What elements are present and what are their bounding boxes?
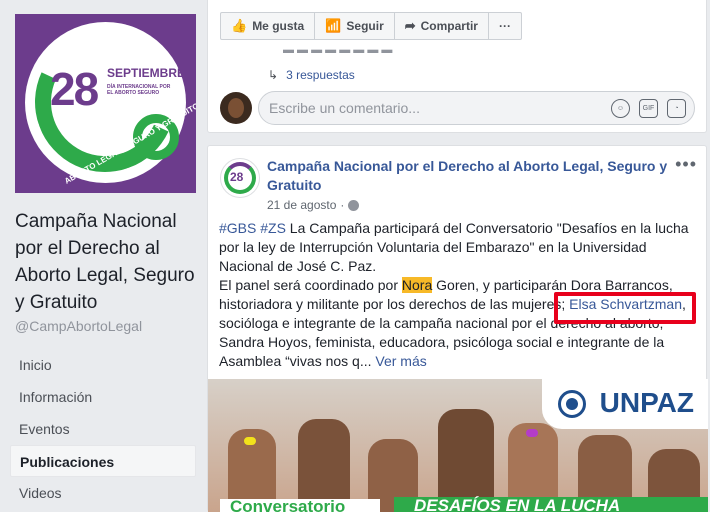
follow-icon: 📶 (325, 18, 342, 33)
page-handle[interactable]: @CampAbortoLegal (15, 318, 142, 334)
post-card-previous: 👍 Me gusta 📶 Seguir ➦ Compartir ··· ▬ ▬ … (207, 0, 707, 133)
hashtags[interactable]: #GBS #ZS (219, 220, 286, 236)
post-text-line: El panel será coordinado por (219, 277, 402, 293)
sticker-icon[interactable]: ◔ (667, 99, 686, 118)
globe-icon (348, 199, 360, 211)
share-button-label: Compartir (420, 19, 478, 33)
sidebar-nav: Inicio Información Eventos Publicaciones… (10, 349, 196, 509)
comment-input[interactable]: Escribe un comentario... ☺ GIF ◔ (258, 91, 695, 125)
follow-button[interactable]: 📶 Seguir (315, 13, 395, 39)
comment-tools: ☺ GIF ◔ (611, 99, 686, 118)
post-card: 28 Campaña Nacional por el Derecho al Ab… (207, 145, 708, 512)
painted-nail (526, 429, 538, 437)
post-text-line: Goren, y participarán Dora Barrancos, (432, 277, 673, 293)
avatar[interactable] (220, 92, 252, 124)
share-button[interactable]: ➦ Compartir (395, 13, 489, 39)
sidebar-item-inicio[interactable]: Inicio (10, 349, 196, 381)
like-icon: 👍 (231, 18, 248, 33)
post-text-line: Nacional de José C. Paz. (219, 258, 377, 274)
more-actions-button[interactable]: ··· (489, 13, 521, 39)
page-sidebar: 28 SEPTIEMBRE DÍA INTERNACIONAL POR EL A… (0, 0, 206, 512)
share-icon: ➦ (404, 18, 416, 33)
profile-picture-subtitle: DÍA INTERNACIONAL POR EL ABORTO SEGURO (107, 84, 171, 96)
post-author-avatar-number: 28 (230, 170, 244, 184)
sidebar-item-informacion[interactable]: Información (10, 381, 196, 413)
like-button-label: Me gusta (252, 19, 305, 33)
image-banner-left: Conversatorio (220, 497, 380, 512)
replies-label: 3 respuestas (286, 68, 355, 82)
post-author-name[interactable]: Campaña Nacional por el Derecho al Abort… (267, 157, 677, 195)
unpaz-logo-text: UNPAZ (599, 387, 694, 418)
post-meta: 21 de agosto · (267, 198, 360, 212)
post-image[interactable]: UNPAZ Conversatorio DESAFÍOS EN LA LUCHA (208, 379, 708, 512)
emoji-icon[interactable]: ☺ (611, 99, 630, 118)
profile-picture-number: 28 (50, 63, 99, 115)
post-text-line: La Campaña participará del Conversatorio… (285, 220, 689, 236)
post-text-line: Sandra Hoyos, feminista, educadora, psic… (219, 334, 665, 350)
profile-picture-month: SEPTIEMBRE (107, 66, 186, 80)
gif-icon[interactable]: GIF (639, 99, 658, 118)
sidebar-item-publicaciones[interactable]: Publicaciones (10, 445, 196, 477)
image-banner-right: DESAFÍOS EN LA LUCHA (394, 496, 708, 512)
unpaz-seal-icon (558, 390, 586, 418)
post-date[interactable]: 21 de agosto (267, 198, 336, 212)
post-text-line: por la ley de Interrupción Voluntaria de… (219, 239, 647, 255)
post-date-separator: · (340, 198, 345, 212)
view-replies-link[interactable]: ↳ 3 respuestas (268, 68, 355, 82)
image-banner-left-text: Conversatorio (230, 497, 346, 512)
follow-button-label: Seguir (346, 19, 384, 33)
post-text-line: Asamblea “vivas nos q... (219, 353, 376, 369)
profile-picture-ring (15, 14, 195, 192)
post-text-line: historiadora y militante por los derecho… (219, 296, 570, 312)
post-author-avatar[interactable]: 28 (220, 158, 260, 198)
image-banner-right-text: DESAFÍOS EN LA LUCHA (414, 496, 621, 512)
page-title[interactable]: Campaña Nacional por el Derecho al Abort… (15, 208, 195, 316)
avatar-face (228, 98, 244, 118)
sidebar-item-eventos[interactable]: Eventos (10, 413, 196, 445)
see-more-link[interactable]: Ver más (375, 353, 426, 369)
sidebar-item-videos[interactable]: Videos (10, 477, 196, 509)
like-button[interactable]: 👍 Me gusta (221, 13, 316, 39)
painted-nail (244, 437, 256, 445)
post-action-bar: 👍 Me gusta 📶 Seguir ➦ Compartir ··· (220, 12, 522, 40)
partial-comment-text: ▬ ▬ ▬ ▬ ▬ ▬ ▬ ▬ (283, 44, 393, 56)
post-options-button[interactable]: ••• (675, 154, 697, 175)
reply-arrow-icon: ↳ (268, 68, 279, 82)
comment-placeholder: Escribe un comentario... (269, 100, 420, 116)
profile-picture[interactable]: 28 SEPTIEMBRE DÍA INTERNACIONAL POR EL A… (15, 14, 196, 193)
annotation-highlight-box (554, 292, 696, 324)
highlighted-search-term: Nora (401, 277, 433, 293)
